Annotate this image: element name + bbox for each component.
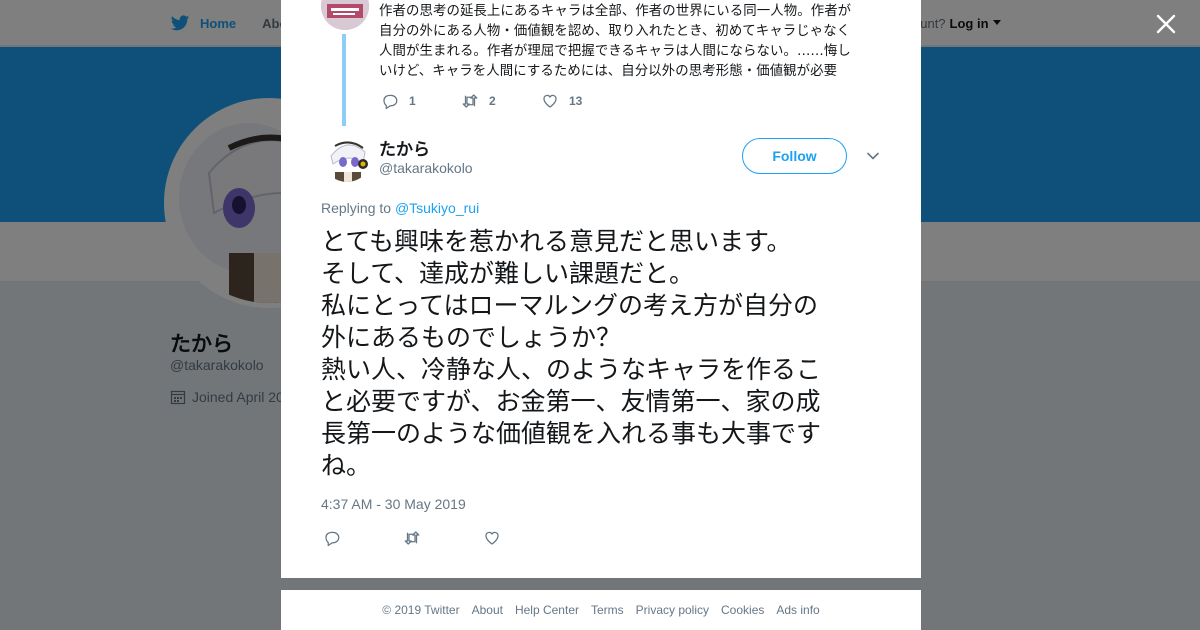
previous-retweet-button[interactable]: 2 [461,92,541,110]
reply-button[interactable] [323,529,403,547]
tweet-line: ね。 [321,451,372,480]
thread-connector [342,34,346,126]
replying-prefix: Replying to [321,200,392,216]
heart-icon [485,531,499,545]
tweet-line: そして、達成が難しい課題だと。 [321,259,695,288]
author-handle[interactable]: @takarakokolo [379,160,473,176]
replying-to: Replying to @Tsukiyo_rui [321,200,479,216]
reply-icon [325,531,340,547]
previous-like-button[interactable]: 13 [541,92,621,110]
previous-tweet-line: いけど、キャラを人間にするためには、自分以外の思考形態・価値観が必要 [379,64,838,79]
tweet-text: とても興味を惹かれる意見だと思います。 そして、達成が難しい課題だと。 私にとっ… [321,226,891,482]
footer-copyright: © 2019 Twitter [382,603,460,617]
author-avatar[interactable] [323,134,371,182]
author-name[interactable]: たから [379,135,430,160]
heart-icon [543,94,557,108]
previous-retweet-count: 2 [489,94,496,108]
footer-link-cookies[interactable]: Cookies [721,603,764,617]
footer-link-ads-info[interactable]: Ads info [776,603,819,617]
close-icon[interactable] [1154,12,1178,36]
replying-to-link[interactable]: @Tsukiyo_rui [395,200,479,216]
footer: © 2019 Twitter About Help Center Terms P… [281,590,921,630]
previous-reply-count: 1 [409,94,416,108]
tweet-line: 外にあるものでしょうか？ [321,323,622,352]
footer-link-privacy-policy[interactable]: Privacy policy [636,603,709,617]
previous-tweet-text: 作者の思考の延長上にあるキャラは全部、作者の世界にいる同一人物。作者が 自分の外… [379,2,879,82]
previous-like-count: 13 [569,94,583,108]
previous-tweet-line: 自分の外にある人物・価値観を認め、取り入れたとき、初めてキャラじゃなく [379,24,851,39]
tweet-line: とても興味を惹かれる意見だと思います。 [321,227,792,256]
tweet-line: 私にとってはローマルングの考え方が自分の [321,291,819,320]
tweet-actions [323,529,563,547]
footer-link-terms[interactable]: Terms [591,603,624,617]
tweet-timestamp[interactable]: 4:37 AM - 30 May 2019 [321,496,466,512]
tweet-line: 熱い人、冷静な人、のようなキャラを作るこ [321,355,822,384]
previous-tweet-line: 作者の思考の延長上にあるキャラは全部、作者の世界にいる同一人物。作者が [379,4,852,19]
tweet-modal: 作者の思考の延長上にあるキャラは全部、作者の世界にいる同一人物。作者が 自分の外… [281,0,921,578]
previous-tweet-avatar[interactable] [321,0,369,30]
retweet-icon [462,94,478,108]
follow-button[interactable]: Follow [742,138,847,174]
footer-link-about[interactable]: About [472,603,503,617]
chevron-down-icon[interactable] [865,148,881,164]
like-button[interactable] [483,529,563,547]
previous-reply-button[interactable]: 1 [381,92,461,110]
reply-icon [383,94,398,110]
retweet-icon [404,531,420,545]
tweet-line: 長第一のような価値観を入れる事も大事です [321,419,822,448]
footer-link-help-center[interactable]: Help Center [515,603,579,617]
retweet-button[interactable] [403,529,483,547]
tweet-line: と必要ですが、お金第一、友情第一、家の成 [321,387,821,416]
previous-tweet-actions: 1 2 13 [381,92,621,110]
previous-tweet-line: 人間が生まれる。作者が理屈で把握できるキャラは人間にならない。……悔し [379,44,851,59]
